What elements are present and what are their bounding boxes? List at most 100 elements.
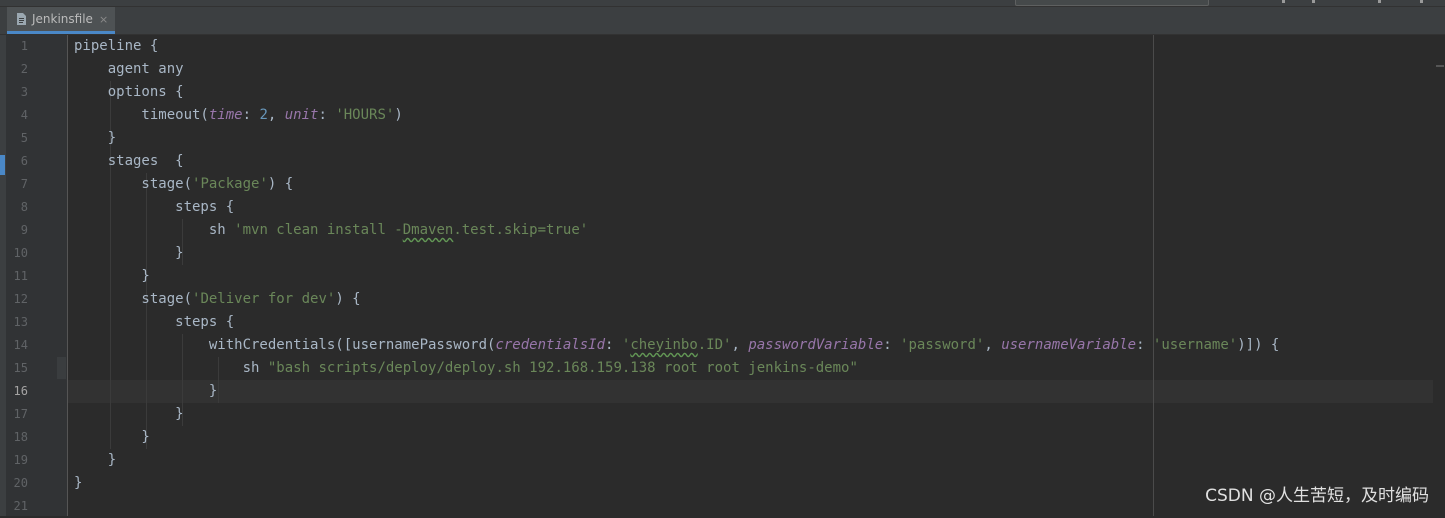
- right-margin-guide: [1153, 35, 1154, 516]
- line-number: 10: [13, 246, 28, 260]
- string-literal: 'Deliver for dev': [192, 291, 336, 307]
- line-number: 7: [20, 177, 28, 191]
- active-tool-marker[interactable]: [0, 155, 5, 175]
- code-text: }: [74, 429, 150, 445]
- number-literal: 2: [259, 107, 268, 123]
- code-line[interactable]: timeout(time: 2, unit: 'HOURS'): [74, 104, 403, 127]
- code-line[interactable]: pipeline {: [74, 35, 158, 58]
- string-literal: .ID': [697, 337, 732, 353]
- code-line[interactable]: }: [74, 242, 184, 265]
- line-number: 4: [20, 108, 28, 122]
- code-line[interactable]: agent any: [74, 58, 184, 81]
- code-text: ,: [984, 337, 1002, 353]
- line-number: 9: [20, 223, 28, 237]
- named-argument: passwordVariable: [748, 337, 884, 353]
- string-literal: Dmaven: [402, 222, 454, 238]
- line-number: 11: [13, 269, 28, 283]
- string-literal: .test.skip=true': [453, 222, 589, 238]
- code-text: steps {: [74, 314, 235, 330]
- code-text: }: [74, 245, 184, 261]
- code-text: options {: [74, 84, 184, 100]
- code-line[interactable]: }: [74, 127, 116, 150]
- string-literal: cheyinbo: [630, 337, 698, 353]
- code-text: stage(: [74, 291, 193, 307]
- string-literal: 'username': [1152, 337, 1238, 353]
- error-stripe-mark[interactable]: [1436, 65, 1444, 67]
- code-line[interactable]: options {: [74, 81, 184, 104]
- line-number: 21: [13, 499, 28, 513]
- search-field[interactable]: [1015, 0, 1209, 6]
- string-literal: 'mvn clean install -: [234, 222, 403, 238]
- code-text: :: [883, 337, 901, 353]
- line-number: 15: [13, 361, 28, 375]
- named-argument: usernameVariable: [1001, 337, 1137, 353]
- line-number: 19: [13, 453, 28, 467]
- toolbar-strip: [0, 0, 1445, 7]
- code-line[interactable]: }: [74, 380, 217, 403]
- code-text: sh: [74, 360, 268, 376]
- code-editor[interactable]: pipeline { agent any options { timeout(t…: [68, 35, 1445, 516]
- code-text: :: [1136, 337, 1153, 353]
- watermark: CSDN @人生苦短，及时编码: [1205, 486, 1429, 506]
- string-literal: 'Package': [192, 176, 268, 192]
- code-text: }: [74, 130, 117, 146]
- code-line[interactable]: }: [74, 426, 150, 449]
- editor-tab-bar: Jenkinsfile ×: [0, 7, 1445, 35]
- code-text: :: [318, 107, 336, 123]
- code-line[interactable]: stages {: [74, 150, 184, 173]
- named-argument: unit: [284, 107, 319, 123]
- code-text: }: [74, 475, 83, 491]
- toolbar-icon[interactable]: [1282, 0, 1285, 3]
- code-line[interactable]: sh 'mvn clean install -Dmaven.test.skip=…: [74, 219, 588, 242]
- current-line-highlight: [68, 380, 1445, 403]
- line-number: 2: [20, 62, 28, 76]
- code-text: pipeline {: [74, 38, 159, 54]
- code-line[interactable]: }: [74, 265, 150, 288]
- code-line[interactable]: sh "bash scripts/deploy/deploy.sh 192.16…: [74, 357, 858, 380]
- code-line[interactable]: steps {: [74, 196, 234, 219]
- line-number: 12: [13, 292, 28, 306]
- line-number: 17: [13, 407, 28, 421]
- tab-jenkinsfile[interactable]: Jenkinsfile ×: [7, 7, 115, 34]
- line-number: 14: [13, 338, 28, 352]
- code-text: sh: [74, 222, 235, 238]
- code-text: }: [74, 268, 150, 284]
- toolbar-icon[interactable]: [1378, 0, 1381, 3]
- code-text: ): [394, 107, 403, 123]
- line-number: 3: [20, 85, 28, 99]
- code-line[interactable]: stage('Package') {: [74, 173, 293, 196]
- code-line[interactable]: }: [74, 403, 184, 426]
- line-number: 1: [20, 39, 28, 53]
- code-text: steps {: [74, 199, 235, 215]
- code-text: stages {: [74, 153, 184, 169]
- close-icon[interactable]: ×: [99, 13, 108, 26]
- code-text: stage(: [74, 176, 193, 192]
- line-number: 16: [13, 384, 28, 398]
- code-text: ,: [267, 107, 285, 123]
- code-text: ,: [731, 337, 749, 353]
- line-number: 5: [20, 131, 28, 145]
- toolbar-icon[interactable]: [1312, 0, 1315, 3]
- code-line[interactable]: }: [74, 449, 116, 472]
- code-line[interactable]: }: [74, 472, 82, 495]
- code-line[interactable]: stage('Deliver for dev') {: [74, 288, 360, 311]
- code-text: :: [242, 107, 260, 123]
- code-text: }: [74, 452, 117, 468]
- code-text: ) {: [267, 176, 294, 192]
- line-number: 6: [20, 154, 28, 168]
- code-text: withCredentials([usernamePassword(: [74, 337, 496, 353]
- scrollbar[interactable]: [1433, 35, 1445, 516]
- code-line[interactable]: steps {: [74, 311, 234, 334]
- line-number: 8: [20, 200, 28, 214]
- line-number: 20: [13, 476, 28, 490]
- string-literal: 'HOURS': [335, 107, 395, 123]
- code-text: }: [74, 406, 184, 422]
- toolbar-icon[interactable]: [1420, 0, 1423, 3]
- named-argument: time: [208, 107, 243, 123]
- code-text: timeout(: [74, 107, 209, 123]
- code-line[interactable]: withCredentials([usernamePassword(creden…: [74, 334, 1280, 357]
- line-number: 13: [13, 315, 28, 329]
- code-text: agent any: [74, 61, 184, 77]
- line-number-gutter: 1 2 3 4 5 6 7 8 9 10 11 12 13 14 15 16 17 18 19 20 21: [6, 35, 68, 516]
- code-text: }: [74, 383, 218, 399]
